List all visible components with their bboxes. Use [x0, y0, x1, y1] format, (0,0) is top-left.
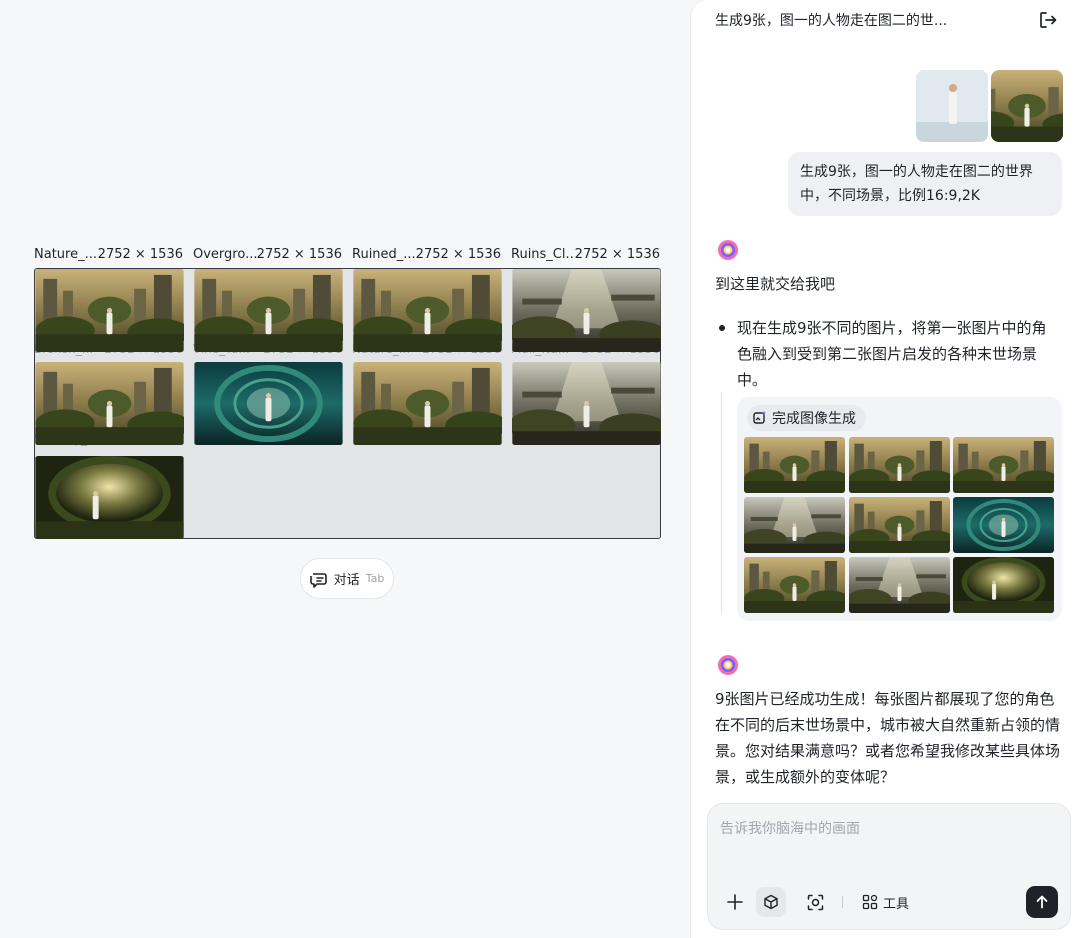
- tile-name: Nature_...: [34, 247, 97, 262]
- image-sparkle-icon: [753, 411, 766, 424]
- canvas-image-tile[interactable]: [512, 269, 661, 352]
- assistant-avatar-icon: [718, 655, 738, 675]
- toolbar-divider: [842, 896, 843, 908]
- assistant-final-message: 9张图片已经成功生成！每张图片都展现了您的角色在不同的后末世场景中，城市被大自然…: [715, 690, 1061, 786]
- result-thumbnail[interactable]: [953, 557, 1054, 613]
- generation-result-card: 完成图像生成: [737, 397, 1062, 621]
- canvas-image-tile[interactable]: [353, 362, 502, 445]
- tile-size: 2752 × 1536: [97, 247, 183, 262]
- tile-size: 2752 × 1536: [256, 247, 342, 262]
- canvas-image-tile[interactable]: [35, 456, 184, 539]
- canvas-image-tile[interactable]: [35, 269, 184, 352]
- conversation-title: 生成9张，图一的人物走在图二的世...: [715, 13, 948, 29]
- canvas-image-tile[interactable]: [194, 269, 343, 352]
- chat-tab-label: 对话: [333, 573, 360, 588]
- model-button[interactable]: [756, 887, 786, 917]
- prompt-box: 工具: [707, 803, 1071, 930]
- result-thumbnail[interactable]: [953, 497, 1054, 553]
- reference-image-person[interactable]: [916, 70, 988, 142]
- assistant-bullet: 现在生成9张不同的图片，将第一张图片中的角色融入到受到第二张图片启发的各种末世场…: [717, 315, 1057, 393]
- scan-icon: [807, 894, 823, 910]
- tile-size: 2752 × 1536: [574, 247, 660, 262]
- tile-name: Ruins_Cl...: [511, 247, 575, 262]
- chat-icon: [309, 572, 327, 588]
- user-message: 生成9张，图一的人物走在图二的世界中，不同场景，比例16:9,2K: [788, 152, 1062, 216]
- reference-image-world[interactable]: [991, 70, 1063, 142]
- tile-label: Overgro... 2752 × 1536: [193, 247, 342, 263]
- result-thumbnail[interactable]: [744, 437, 845, 493]
- chat-panel: 生成9张，图一的人物走在图二的世... 生成9张，图一的人物走在图二的世界中，不…: [690, 0, 1080, 938]
- add-button[interactable]: [722, 887, 748, 917]
- assistant-intro: 到这里就交给我吧: [715, 275, 836, 293]
- tools-label: 工具: [883, 896, 910, 912]
- result-thumbnail[interactable]: [849, 497, 950, 553]
- tools-button[interactable]: 工具: [862, 887, 909, 917]
- canvas-area: Nature_... 2752 × 1536 Overgro... 2752 ×…: [0, 0, 690, 938]
- canvas-image-tile[interactable]: [353, 269, 502, 352]
- generation-done-chip[interactable]: 完成图像生成: [747, 405, 866, 431]
- tile-label: Nature_... 2752 × 1536: [34, 247, 183, 263]
- tile-size: 2752 × 1536: [415, 247, 501, 262]
- assistant-avatar-icon: [718, 240, 738, 260]
- scan-button[interactable]: [802, 887, 828, 917]
- tile-name: Overgro...: [193, 247, 257, 262]
- cube-icon: [764, 894, 778, 910]
- result-thumbnail[interactable]: [849, 557, 950, 613]
- canvas-image-tile[interactable]: [512, 362, 661, 445]
- send-button[interactable]: [1026, 886, 1058, 918]
- thread-line: [721, 392, 722, 614]
- prompt-input[interactable]: [720, 820, 1050, 836]
- chat-tab-button[interactable]: 对话 Tab: [300, 558, 394, 599]
- generation-done-label: 完成图像生成: [772, 411, 856, 427]
- tile-label: Ruined_... 2752 × 1536: [352, 247, 501, 263]
- canvas-image-tile[interactable]: [35, 362, 184, 445]
- tile-label: Ruins_Cl... 2752 × 1536: [511, 247, 660, 263]
- canvas-image-tile[interactable]: [194, 362, 343, 445]
- plus-icon: [727, 894, 743, 910]
- tile-name: Ruined_...: [352, 247, 416, 262]
- exit-icon[interactable]: [1038, 10, 1058, 30]
- arrow-up-icon: [1036, 895, 1048, 909]
- result-thumbnail[interactable]: [744, 497, 845, 553]
- grid-tools-icon: [862, 894, 878, 910]
- result-thumbnail[interactable]: [953, 437, 1054, 493]
- result-thumbnail[interactable]: [744, 557, 845, 613]
- result-thumbnail[interactable]: [849, 437, 950, 493]
- shortcut-hint: Tab: [365, 572, 385, 585]
